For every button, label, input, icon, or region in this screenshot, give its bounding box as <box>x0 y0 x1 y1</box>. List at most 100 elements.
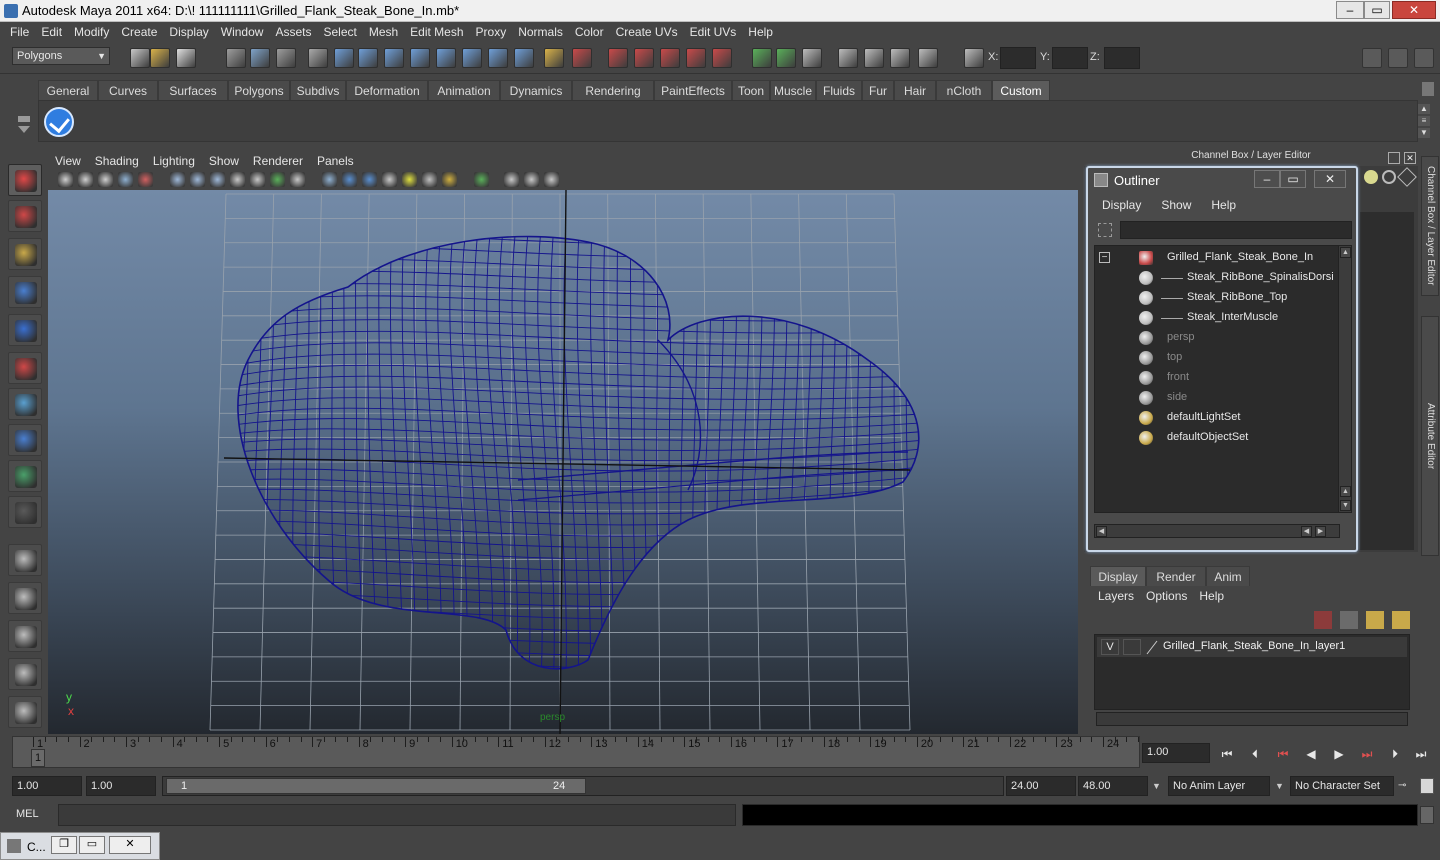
menu-normals[interactable]: Normals <box>512 25 569 39</box>
shelf-tab-hair[interactable]: Hair <box>894 80 936 100</box>
help-icon[interactable] <box>514 48 534 68</box>
layer-visibility-toggle[interactable]: V <box>1101 639 1119 655</box>
render-settings-icon[interactable] <box>660 48 680 68</box>
shelf-tab-animation[interactable]: Animation <box>428 80 500 100</box>
toggle-attribute-icon[interactable] <box>1388 48 1408 68</box>
render-icon[interactable] <box>608 48 628 68</box>
animation-end-field[interactable]: 48.00 <box>1078 776 1148 796</box>
layer-playback-toggle[interactable] <box>1123 639 1141 655</box>
last-tool-icon[interactable] <box>8 496 42 528</box>
anim-layer-select[interactable]: No Anim Layer <box>1168 776 1270 796</box>
collapse-toggle-icon[interactable]: − <box>1099 252 1110 263</box>
layer-row[interactable]: V Grilled_Flank_Steak_Bone_In_layer1 <box>1097 637 1407 657</box>
viewport-menu-lighting[interactable]: Lighting <box>146 154 202 168</box>
menu-edit-uvs[interactable]: Edit UVs <box>684 25 743 39</box>
layer-hscroll[interactable] <box>1096 712 1408 726</box>
restore-button[interactable]: ❐ <box>51 836 77 854</box>
outliner-item-defaultobjectset[interactable]: defaultObjectSet <box>1095 428 1335 448</box>
bookmark-icon[interactable] <box>98 172 113 187</box>
field-chart-icon[interactable] <box>524 172 539 187</box>
tool-icon[interactable] <box>1397 167 1417 187</box>
resolution-gate-icon[interactable] <box>504 172 519 187</box>
outliner-item-steak-ribbone-spinalisdorsi[interactable]: Steak_RibBone_SpinalisDorsi <box>1095 268 1335 288</box>
outliner-item-front[interactable]: front <box>1095 368 1335 388</box>
xray-icon[interactable] <box>322 172 337 187</box>
persp-outliner-icon[interactable] <box>8 620 42 652</box>
menu-create[interactable]: Create <box>115 25 163 39</box>
select-component-icon[interactable] <box>276 48 296 68</box>
script-editor-icon[interactable] <box>1420 806 1434 824</box>
menu-modify[interactable]: Modify <box>68 25 115 39</box>
animation-start-field[interactable]: 1.00 <box>12 776 82 796</box>
close-button[interactable]: ✕ <box>1392 1 1436 19</box>
maximize-mini-button[interactable]: ▭ <box>79 836 105 854</box>
use-lights-icon[interactable] <box>270 172 285 187</box>
outliner-close-button[interactable]: ✕ <box>1314 170 1346 188</box>
outliner-hscroll[interactable]: ◀ ◀ ▶ <box>1094 524 1340 538</box>
lock-icon[interactable] <box>544 48 564 68</box>
animation-preferences-icon[interactable] <box>1420 778 1434 794</box>
menu-assets[interactable]: Assets <box>269 25 317 39</box>
shelf-tab-curves[interactable]: Curves <box>98 80 158 100</box>
play-forward-button[interactable]: ▶ <box>1328 745 1350 763</box>
wireframe-mode-icon[interactable] <box>170 172 185 187</box>
isolate-select-icon[interactable] <box>474 172 489 187</box>
outliner-item-grilled-flank-steak-bone-in[interactable]: − Grilled_Flank_Steak_Bone_In <box>1095 248 1335 268</box>
minimize-button[interactable]: ‒ <box>1336 1 1364 19</box>
y-field[interactable] <box>1052 47 1088 69</box>
shelf-tab-fluids[interactable]: Fluids <box>816 80 862 100</box>
snap-point-icon[interactable] <box>384 48 404 68</box>
new-empty-layer-icon[interactable] <box>1366 611 1384 629</box>
viewport-menu-panels[interactable]: Panels <box>310 154 361 168</box>
scroll-right-icon[interactable]: ▶ <box>1315 526 1326 537</box>
outliner-menu-display[interactable]: Display <box>1092 198 1151 212</box>
menu-edit-mesh[interactable]: Edit Mesh <box>404 25 469 39</box>
menu-create-uvs[interactable]: Create UVs <box>610 25 684 39</box>
perspective-viewport[interactable]: y x persp <box>48 190 1078 734</box>
current-time-marker[interactable]: 1 <box>31 749 45 767</box>
persp-graph-icon[interactable] <box>8 658 42 690</box>
dope-sheet-icon[interactable] <box>918 48 938 68</box>
scroll-left-icon[interactable]: ◀ <box>1096 526 1107 537</box>
textured-icon[interactable] <box>250 172 265 187</box>
time-slider[interactable]: 1 2 3 4 5 6 7 8 9 10 11 12 13 14 15 16 17 18 19 20 21 22 23 24 1 <box>12 736 1140 768</box>
shelf-scroll[interactable]: ▲ ≡ ▼ <box>1418 104 1430 140</box>
shelf-tab-toon[interactable]: Toon <box>732 80 770 100</box>
command-language-label[interactable]: MEL <box>16 808 56 820</box>
scroll-up-icon[interactable]: ▲ <box>1340 247 1351 258</box>
snap-curve-icon[interactable] <box>358 48 378 68</box>
history-icon[interactable] <box>462 48 482 68</box>
current-frame-field[interactable]: 1.00 <box>1142 743 1210 763</box>
character-set-select[interactable]: No Character Set <box>1290 776 1394 796</box>
selected-lights-icon[interactable] <box>442 172 457 187</box>
outliner-menu-help[interactable]: Help <box>1201 198 1246 212</box>
snap-plane-icon[interactable] <box>410 48 430 68</box>
playback-end-field[interactable]: 24.00 <box>1006 776 1076 796</box>
layer-tab-anim[interactable]: Anim <box>1206 566 1250 586</box>
render-region-icon[interactable] <box>712 48 732 68</box>
select-object-icon[interactable] <box>250 48 270 68</box>
shelf-tab-painteffects[interactable]: PaintEffects <box>654 80 732 100</box>
layer-menu-help[interactable]: Help <box>1193 589 1230 603</box>
lasso-tool-icon[interactable] <box>8 200 42 232</box>
hypershade-layout-icon[interactable] <box>8 696 42 728</box>
viewport-menu-show[interactable]: Show <box>202 154 246 168</box>
menu-color[interactable]: Color <box>569 25 610 39</box>
hypershade-icon[interactable] <box>686 48 706 68</box>
close-mini-button[interactable]: ✕ <box>109 836 151 854</box>
input-line-icon[interactable] <box>752 48 772 68</box>
show-manipulator-icon[interactable] <box>8 460 42 492</box>
channel-icon[interactable] <box>1364 170 1378 184</box>
grid-toggle-icon[interactable] <box>382 172 397 187</box>
step-forward-key-button[interactable]: ⏭ <box>1356 745 1378 763</box>
shelf-tab-dynamics[interactable]: Dynamics <box>500 80 572 100</box>
layer-tab-render[interactable]: Render <box>1146 566 1206 586</box>
new-scene-icon[interactable] <box>130 48 150 68</box>
outliner-item-top[interactable]: top <box>1095 348 1335 368</box>
layer-tab-display[interactable]: Display <box>1090 566 1146 586</box>
close-panel-icon[interactable]: ✕ <box>1404 152 1416 164</box>
shelf-tab-deformation[interactable]: Deformation <box>346 80 428 100</box>
outliner-item-steak-intermuscle[interactable]: Steak_InterMuscle <box>1095 308 1335 328</box>
outliner-minimize-button[interactable]: ‒ <box>1254 170 1280 188</box>
shelf-tab-rendering[interactable]: Rendering <box>572 80 654 100</box>
